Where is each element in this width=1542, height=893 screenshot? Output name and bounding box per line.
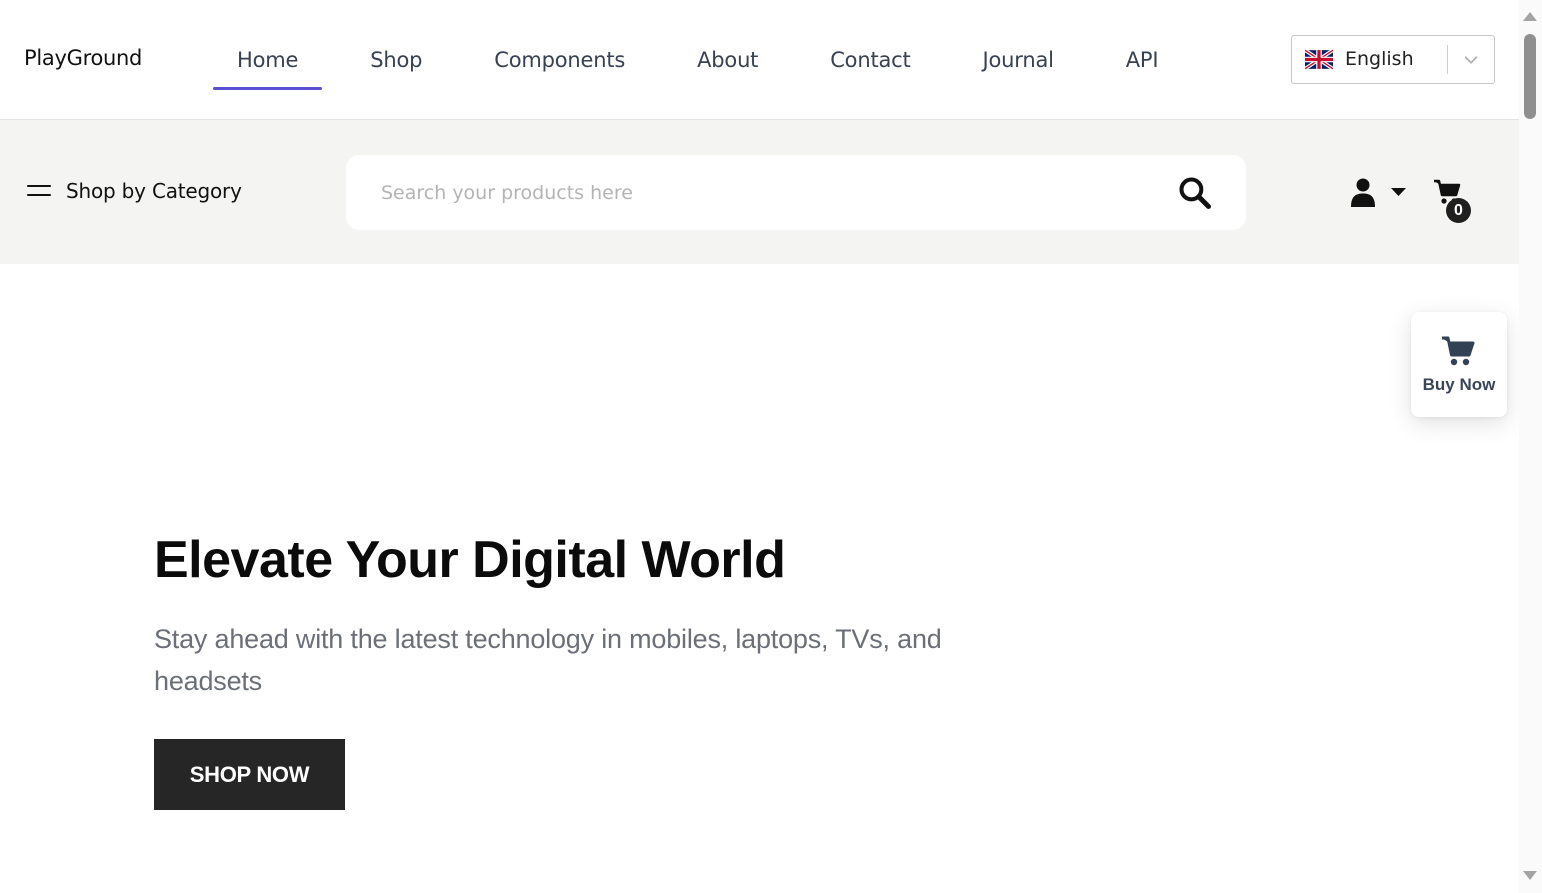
- language-label: English: [1345, 48, 1414, 70]
- search-box: [346, 155, 1246, 230]
- scrollbar-thumb[interactable]: [1524, 34, 1536, 119]
- chevron-down-icon[interactable]: [1462, 51, 1480, 69]
- search-toolbar: Shop by Category 0: [0, 120, 1519, 264]
- hero-title: Elevate Your Digital World: [154, 531, 786, 589]
- shop-by-category-label: Shop by Category: [66, 179, 242, 203]
- hero-subtitle: Stay ahead with the latest technology in…: [154, 624, 942, 696]
- nav-item-api[interactable]: API: [1102, 30, 1183, 90]
- hamburger-icon: [27, 183, 51, 199]
- shop-now-button[interactable]: SHOP NOW: [154, 739, 345, 810]
- vertical-scrollbar[interactable]: [1519, 0, 1542, 893]
- nav-item-about[interactable]: About: [673, 30, 782, 90]
- nav-item-home[interactable]: Home: [213, 30, 323, 90]
- nav-item-journal[interactable]: Journal: [959, 30, 1078, 90]
- cart-button[interactable]: 0: [1433, 178, 1477, 223]
- page: PlayGround Home Shop Components About Co…: [0, 0, 1519, 893]
- nav-item-components[interactable]: Components: [470, 30, 649, 90]
- buy-now-label: Buy Now: [1422, 375, 1496, 394]
- language-divider: [1447, 45, 1448, 74]
- shop-by-category-button[interactable]: Shop by Category: [27, 176, 242, 206]
- language-select[interactable]: English: [1291, 35, 1495, 84]
- top-navigation-bar: PlayGround Home Shop Components About Co…: [0, 0, 1519, 120]
- nav-item-contact[interactable]: Contact: [806, 30, 934, 90]
- uk-flag-icon: [1305, 49, 1333, 70]
- scroll-down-arrow-icon[interactable]: [1523, 871, 1537, 880]
- main-nav: Home Shop Components About Contact Journ…: [213, 30, 1206, 90]
- cart-count-badge: 0: [1446, 198, 1471, 223]
- search-icon[interactable]: [1176, 175, 1214, 211]
- nav-item-shop[interactable]: Shop: [346, 30, 446, 90]
- scroll-up-arrow-icon[interactable]: [1523, 12, 1537, 21]
- user-icon[interactable]: [1350, 178, 1410, 208]
- cart-icon: [1442, 336, 1475, 366]
- search-input[interactable]: [381, 173, 1141, 213]
- buy-now-floating-button[interactable]: Buy Now: [1411, 312, 1507, 417]
- brand-logo[interactable]: PlayGround: [24, 46, 142, 70]
